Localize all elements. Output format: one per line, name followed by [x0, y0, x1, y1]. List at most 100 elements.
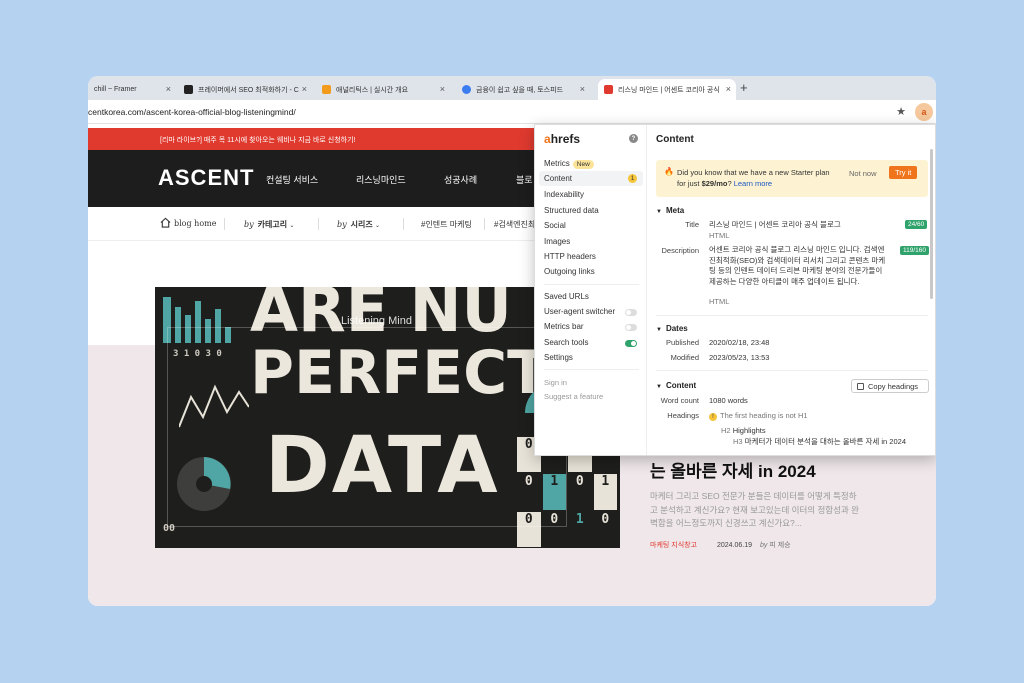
close-icon[interactable]: ×: [166, 84, 171, 94]
learn-more-link[interactable]: Learn more: [734, 179, 772, 188]
menu-divider: [544, 369, 639, 370]
menu-saved-urls[interactable]: Saved URLs: [544, 292, 589, 301]
copy-headings-label: Copy headings: [868, 382, 919, 391]
ahrefs-content-panel: Content 🔥 Did you know that we have a ne…: [647, 125, 935, 455]
description-type: HTML: [709, 297, 730, 306]
content-section-toggle[interactable]: ▼ Content: [656, 381, 696, 390]
menu-content[interactable]: Content 1: [539, 171, 643, 186]
tab-label: 리스닝 마인드 | 어센트 코리아 공식: [618, 86, 720, 94]
tab-toss[interactable]: 금융이 쉽고 싶을 때, 토스피드 ×: [456, 79, 590, 100]
by-label: by: [337, 220, 347, 229]
content-issue-badge: 1: [628, 174, 637, 183]
description-value: 어센트 코리아 공식 블로그 리스닝 마인드 입니다. 검색엔진최적화(SEO)…: [709, 245, 886, 286]
category-dropdown[interactable]: by 카테고리 ⌄: [244, 219, 294, 230]
framer-favicon-icon: [184, 85, 193, 94]
triangle-down-icon: ▼: [656, 327, 662, 333]
menu-search-tools[interactable]: Search tools: [544, 338, 588, 347]
browser-window: chill ~ Framer × 프레이머에서 SEO 최적화하기 - C × …: [88, 76, 936, 606]
nav-blog[interactable]: 블로: [516, 173, 533, 186]
headings-warning: ! The first heading is not H1: [709, 411, 808, 422]
chevron-down-icon: ⌄: [374, 223, 380, 229]
menu-settings[interactable]: Settings: [544, 353, 573, 362]
nav-consulting[interactable]: 컨설팅 서비스: [266, 173, 318, 186]
panel-scrollbar[interactable]: [930, 149, 933, 299]
headings-label: Headings: [667, 411, 699, 420]
help-icon[interactable]: ?: [629, 134, 638, 143]
tag-seo[interactable]: #검색엔진최: [494, 219, 535, 230]
ascent-logo[interactable]: ASCENT: [158, 165, 254, 191]
modified-label: Modified: [670, 353, 699, 362]
tab-seo[interactable]: 프레이머에서 SEO 최적화하기 - C ×: [178, 79, 312, 100]
close-icon[interactable]: ×: [302, 84, 307, 94]
menu-suggest-feature[interactable]: Suggest a feature: [544, 392, 603, 401]
close-icon[interactable]: ×: [440, 84, 445, 94]
nav-listeningmind[interactable]: 리스닝마인드: [356, 173, 406, 186]
title-value: 리스닝 마인드 | 어센트 코리아 공식 블로그: [709, 220, 841, 229]
post-description: 마케터 그리고 SEO 전문가 분들은 데이터를 어떻게 특정하고 분석하고 계…: [650, 491, 859, 528]
metrics-bar-toggle[interactable]: [625, 324, 637, 331]
divider: [403, 218, 404, 230]
menu-http-headers[interactable]: HTTP headers: [544, 252, 596, 261]
bookmark-star-icon[interactable]: ★: [896, 105, 906, 118]
post-meta: 마케팅 지식창고 2024.06.19 by 피 제승: [650, 540, 791, 550]
word-count-value: 1080 words: [709, 396, 748, 405]
close-icon[interactable]: ×: [580, 84, 585, 94]
divider: [318, 218, 319, 230]
meta-section-toggle[interactable]: ▼ Meta: [656, 206, 684, 215]
post-title[interactable]: 는 올바른 자세 in 2024: [650, 457, 816, 482]
divider: [224, 218, 225, 230]
menu-indexability[interactable]: Indexability: [544, 190, 584, 199]
menu-content-label: Content: [544, 174, 573, 183]
menu-structured-data[interactable]: Structured data: [544, 206, 599, 215]
description-length-badge: 119/160: [900, 246, 930, 255]
address-bar[interactable]: centkorea.com/ascent-korea-official-blog…: [88, 100, 936, 124]
copy-headings-button[interactable]: Copy headings: [851, 379, 929, 393]
published-value: 2020/02/18, 23:48: [709, 338, 770, 347]
post-category[interactable]: 마케팅 지식창고: [650, 542, 697, 549]
menu-metrics-label: Metrics: [544, 159, 570, 168]
nav-success[interactable]: 성공사례: [444, 173, 477, 186]
dates-section-toggle[interactable]: ▼ Dates: [656, 324, 688, 333]
menu-metrics[interactable]: Metrics New: [544, 159, 594, 169]
menu-divider: [544, 284, 639, 285]
section-divider: [656, 370, 928, 371]
chevron-down-icon: ⌄: [289, 223, 295, 229]
word-count-label: Word count: [660, 396, 699, 405]
analytics-favicon-icon: [322, 85, 331, 94]
menu-sign-in[interactable]: Sign in: [544, 378, 567, 387]
triangle-down-icon: ▼: [656, 384, 662, 390]
menu-images[interactable]: Images: [544, 237, 570, 246]
post-author: 피 제승: [769, 542, 791, 549]
menu-outgoing-links[interactable]: Outgoing links: [544, 267, 595, 276]
ahrefs-extension-icon[interactable]: a: [915, 103, 933, 121]
title-label: Title: [685, 220, 699, 229]
not-now-button[interactable]: Not now: [849, 169, 877, 178]
starter-plan-notice: 🔥 Did you know that we have a new Starte…: [656, 160, 928, 197]
ahrefs-popup: ahrefs ? Metrics New Content 1 Indexabili…: [534, 124, 936, 456]
menu-user-agent[interactable]: User-agent switcher: [544, 307, 615, 316]
tab-framer[interactable]: chill ~ Framer ×: [88, 79, 176, 100]
tab-label: 프레이머에서 SEO 최적화하기 - C: [198, 86, 299, 94]
tab-bar: chill ~ Framer × 프레이머에서 SEO 최적화하기 - C × …: [88, 76, 936, 100]
series-dropdown[interactable]: by 시리즈 ⌄: [337, 219, 380, 230]
description-label: Description: [661, 246, 699, 255]
title-length-badge: 24/60: [905, 220, 928, 229]
url-text: centkorea.com/ascent-korea-official-blog…: [88, 107, 296, 117]
tab-analytics[interactable]: 애널리틱스 | 실시간 개요 ×: [316, 79, 450, 100]
tab-label: 금융이 쉽고 싶을 때, 토스피드: [476, 86, 564, 94]
new-tab-icon[interactable]: +: [740, 80, 748, 95]
tab-listeningmind[interactable]: 리스닝 마인드 | 어센트 코리아 공식 ×: [598, 79, 736, 100]
blog-home-link[interactable]: blog home: [174, 219, 216, 228]
try-it-button[interactable]: Try it: [889, 166, 918, 179]
published-label: Published: [666, 338, 699, 347]
toss-favicon-icon: [462, 85, 471, 94]
menu-metrics-bar[interactable]: Metrics bar: [544, 322, 584, 331]
menu-social[interactable]: Social: [544, 221, 566, 230]
search-tools-toggle[interactable]: [625, 340, 637, 347]
home-icon[interactable]: [160, 217, 171, 228]
fire-icon: 🔥: [664, 167, 674, 176]
series-label: 시리즈: [350, 220, 373, 229]
tag-intent-marketing[interactable]: #인텐트 마케팅: [421, 219, 472, 230]
close-icon[interactable]: ×: [726, 84, 731, 94]
user-agent-toggle[interactable]: [625, 309, 637, 316]
